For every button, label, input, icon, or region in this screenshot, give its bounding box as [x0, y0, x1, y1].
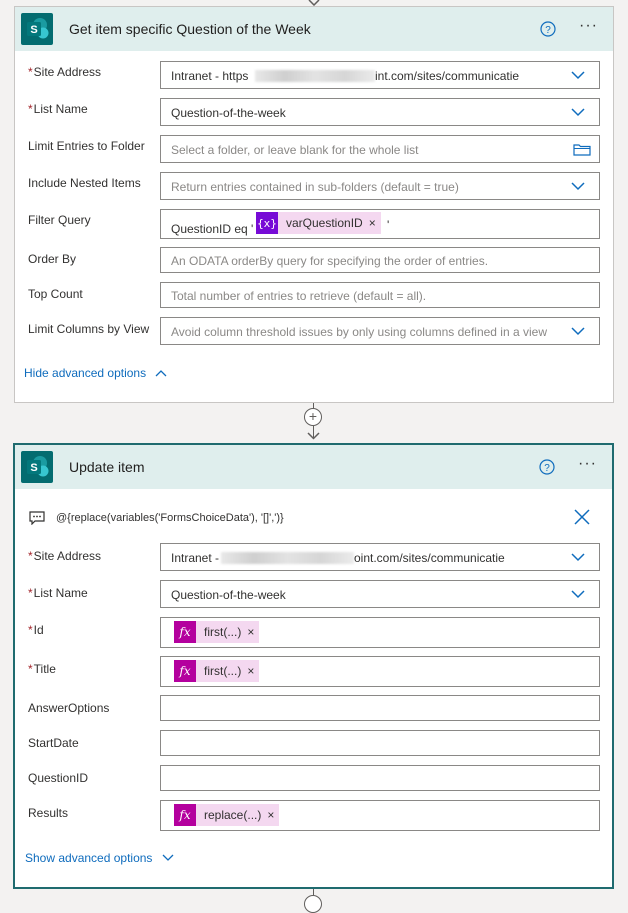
remove-token-icon[interactable]: × [369, 216, 381, 230]
help-icon[interactable]: ? [539, 459, 555, 475]
expression-token[interactable]: fx first(...) × [174, 621, 260, 643]
folder-icon[interactable] [573, 143, 591, 156]
action-header[interactable]: S Update item ? ··· [15, 445, 612, 489]
start-date-label: StartDate [28, 736, 79, 750]
limit-columns-placeholder: Avoid column threshold issues by only us… [171, 325, 547, 339]
limit-folder-label: Limit Entries to Folder [28, 139, 145, 153]
site-address-value-start: Intranet - [171, 551, 220, 565]
top-count-placeholder: Total number of entries to retrieve (def… [171, 289, 427, 303]
variable-token[interactable]: {x} varQuestionID × [256, 212, 381, 234]
svg-text:?: ? [544, 463, 550, 474]
id-input[interactable]: fx first(...) × [160, 617, 600, 648]
fx-icon: fx [174, 621, 196, 643]
get-item-action-card: S Get item specific Question of the Week… [14, 6, 614, 403]
token-label: first(...) [204, 625, 242, 639]
variable-icon: {x} [256, 212, 278, 234]
list-name-dropdown[interactable]: Question-of-the-week [160, 98, 600, 126]
site-address-dropdown[interactable]: Intranet - oint.com/sites/communicatie [160, 543, 600, 571]
more-options-icon[interactable]: ··· [579, 17, 598, 35]
title-label: *Title [28, 662, 56, 676]
limit-columns-label: Limit Columns by View [28, 322, 150, 336]
start-date-input[interactable] [160, 730, 600, 756]
answer-options-input[interactable] [160, 695, 600, 721]
site-address-label: *Site Address [28, 549, 102, 563]
more-options-icon[interactable]: ··· [578, 455, 597, 473]
filter-query-prefix: QuestionID eq ' [171, 222, 254, 236]
remove-token-icon[interactable]: × [247, 625, 259, 639]
limit-folder-placeholder: Select a folder, or leave blank for the … [171, 143, 419, 157]
list-name-label: *List Name [28, 102, 88, 116]
chevron-down-icon[interactable] [571, 327, 585, 336]
add-step-button[interactable] [304, 895, 322, 913]
svg-text:S: S [30, 462, 37, 474]
site-address-label: *Site Address [28, 65, 102, 79]
top-count-input[interactable]: Total number of entries to retrieve (def… [160, 282, 600, 308]
nested-items-dropdown[interactable]: Return entries contained in sub-folders … [160, 172, 600, 200]
answer-options-label: AnswerOptions [28, 701, 110, 715]
limit-columns-dropdown[interactable]: Avoid column threshold issues by only us… [160, 317, 600, 345]
remove-token-icon[interactable]: × [247, 664, 259, 678]
nested-items-label: Include Nested Items [28, 176, 141, 190]
nested-items-placeholder: Return entries contained in sub-folders … [171, 180, 459, 194]
redacted-blur [221, 552, 354, 564]
remove-token-icon[interactable]: × [267, 808, 279, 822]
expression-token[interactable]: fx replace(...) × [174, 804, 280, 826]
filter-query-label: Filter Query [28, 213, 91, 227]
svg-text:?: ? [545, 25, 551, 36]
redacted-blur [255, 70, 375, 82]
chevron-down-icon[interactable] [571, 108, 585, 117]
fx-icon: fx [174, 804, 196, 826]
fx-icon: fx [174, 660, 196, 682]
sharepoint-icon: S [21, 13, 53, 45]
list-name-label: *List Name [28, 586, 88, 600]
id-label: *Id [28, 623, 44, 637]
action-title: Get item specific Question of the Week [69, 21, 311, 37]
question-id-label: QuestionID [28, 771, 89, 785]
chevron-down-icon[interactable] [571, 71, 585, 80]
order-by-placeholder: An ODATA orderBy query for specifying th… [171, 254, 489, 268]
title-input[interactable]: fx first(...) × [160, 656, 600, 687]
connector-arrow-icon [307, 432, 320, 440]
hide-advanced-options-link[interactable]: Hide advanced options [24, 366, 167, 380]
filter-query-suffix: ' [387, 218, 390, 232]
show-advanced-options-link[interactable]: Show advanced options [25, 851, 174, 865]
help-icon[interactable]: ? [540, 21, 556, 37]
comment-text: @{replace(variables('FormsChoiceData'), … [56, 512, 284, 524]
list-name-value: Question-of-the-week [171, 106, 286, 120]
chevron-down-icon[interactable] [571, 182, 585, 191]
add-step-button[interactable]: + [304, 408, 322, 426]
expression-token[interactable]: fx first(...) × [174, 660, 260, 682]
sharepoint-icon: S [21, 451, 53, 483]
action-header[interactable]: S Get item specific Question of the Week… [15, 7, 613, 51]
limit-folder-input[interactable]: Select a folder, or leave blank for the … [160, 135, 600, 163]
site-address-value-end: int.com/sites/communicatie [375, 69, 520, 83]
list-name-value: Question-of-the-week [171, 588, 286, 602]
chevron-up-icon [155, 370, 167, 377]
question-id-input[interactable] [160, 765, 600, 791]
results-input[interactable]: fx replace(...) × [160, 800, 600, 831]
top-count-label: Top Count [28, 287, 83, 301]
chevron-down-icon[interactable] [571, 590, 585, 599]
close-icon[interactable] [574, 509, 590, 525]
list-name-dropdown[interactable]: Question-of-the-week [160, 580, 600, 608]
chevron-down-icon[interactable] [571, 553, 585, 562]
token-label: first(...) [204, 664, 242, 678]
results-label: Results [28, 806, 69, 820]
svg-text:S: S [30, 24, 37, 36]
site-address-value-end: oint.com/sites/communicatie [354, 551, 505, 565]
site-address-dropdown[interactable]: Intranet - https int.com/sites/communica… [160, 61, 600, 89]
action-title: Update item [69, 459, 145, 475]
update-item-action-card: S Update item ? ··· @{replace(variables(… [13, 443, 614, 889]
order-by-label: Order By [28, 252, 77, 266]
filter-query-input[interactable]: QuestionID eq ' {x} varQuestionID × ' [160, 209, 600, 239]
token-label: replace(...) [204, 808, 262, 822]
comment-icon [29, 511, 45, 525]
order-by-input[interactable]: An ODATA orderBy query for specifying th… [160, 247, 600, 273]
site-address-value-start: Intranet - https [171, 69, 249, 83]
chevron-down-icon [162, 854, 174, 861]
token-label: varQuestionID [286, 216, 363, 230]
